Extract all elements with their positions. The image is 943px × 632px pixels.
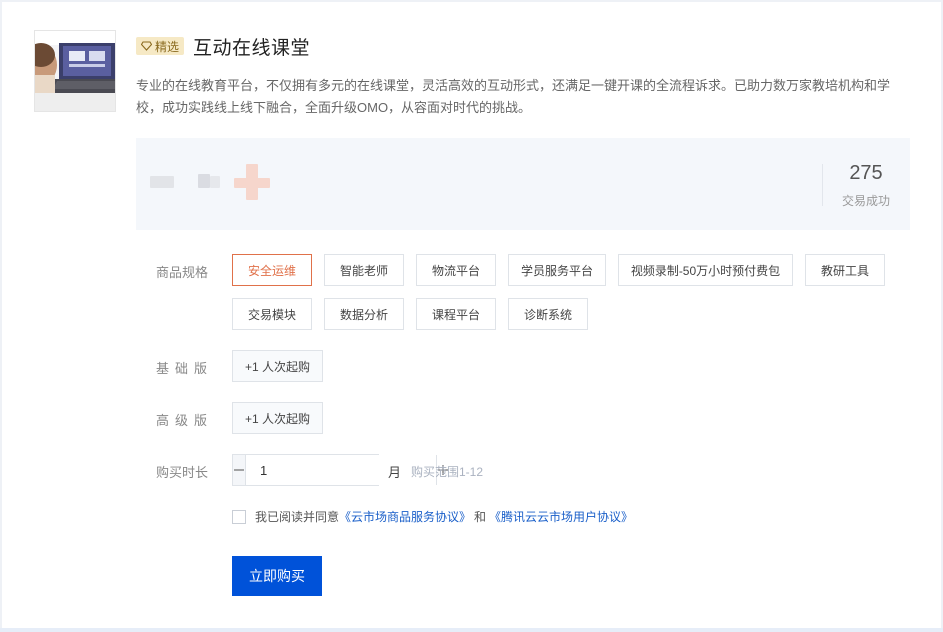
page-frame-top <box>0 0 943 2</box>
agreement-prefix: 我已阅读并同意 <box>255 510 340 524</box>
basic-edition-label: 基础版 <box>156 361 214 376</box>
spec-option-teaching-tools[interactable]: 教研工具 <box>805 254 885 286</box>
duration-unit: 月 <box>388 465 402 480</box>
blurred-logo <box>246 164 258 200</box>
agreement-and: 和 <box>474 510 487 524</box>
stats-panel: 275 交易成功 <box>136 138 910 230</box>
product-description: 专业的在线教育平台，不仅拥有多元的在线课堂，灵活高效的互动形式，还满足一键开课的… <box>136 78 891 115</box>
duration-input[interactable] <box>246 455 436 485</box>
title-row: 精选 互动在线课堂 <box>136 33 310 59</box>
featured-badge-label: 精选 <box>155 39 180 54</box>
blurred-logo <box>198 174 210 188</box>
page-frame-bottom <box>0 628 943 632</box>
spec-option-smart-teacher[interactable]: 智能老师 <box>324 254 404 286</box>
spec-option-trade-module[interactable]: 交易模块 <box>232 298 312 330</box>
featured-badge: 精选 <box>136 37 185 55</box>
duration-range-hint: 购买范围1-12 <box>411 465 484 479</box>
minus-icon <box>234 469 244 471</box>
blurred-logo <box>150 176 174 188</box>
spec-option-data-analysis[interactable]: 数据分析 <box>324 298 404 330</box>
service-agreement-link[interactable]: 《云市场商品服务协议》 <box>339 508 471 525</box>
spec-label: 商品规格 <box>156 265 209 280</box>
duration-label: 购买时长 <box>156 465 209 480</box>
buy-now-button[interactable]: 立即购买 <box>232 556 322 596</box>
advanced-edition-label: 高级版 <box>156 413 214 428</box>
agreement-checkbox[interactable] <box>232 509 246 524</box>
product-image <box>35 31 115 111</box>
page-frame-left <box>0 0 2 632</box>
stat-divider <box>822 164 823 206</box>
advanced-edition-min-purchase[interactable]: +1 人次起购 <box>232 402 323 434</box>
spec-option-course-platform[interactable]: 课程平台 <box>416 298 496 330</box>
spec-option-student-service[interactable]: 学员服务平台 <box>508 254 606 286</box>
duration-stepper <box>232 454 449 486</box>
spec-option-diagnosis-system[interactable]: 诊断系统 <box>508 298 588 330</box>
user-agreement-link[interactable]: 《腾讯云云市场用户协议》 <box>489 508 633 525</box>
blurred-logo <box>210 176 220 188</box>
spec-option-logistics[interactable]: 物流平台 <box>416 254 496 286</box>
deals-count: 275 <box>849 162 883 184</box>
basic-edition-min-purchase[interactable]: +1 人次起购 <box>232 350 323 382</box>
spec-option-security-ops[interactable]: 安全运维 <box>232 254 312 286</box>
product-thumbnail[interactable] <box>34 30 116 112</box>
decrement-button[interactable] <box>233 455 246 485</box>
diamond-icon <box>141 41 152 51</box>
product-title: 互动在线课堂 <box>193 37 311 59</box>
deals-label: 交易成功 <box>841 194 890 208</box>
spec-option-video-recording[interactable]: 视频录制-50万小时预付费包 <box>618 254 793 286</box>
agreement-row: 我已阅读并同意 《云市场商品服务协议》 和 《腾讯云云市场用户协议》 <box>232 508 633 525</box>
